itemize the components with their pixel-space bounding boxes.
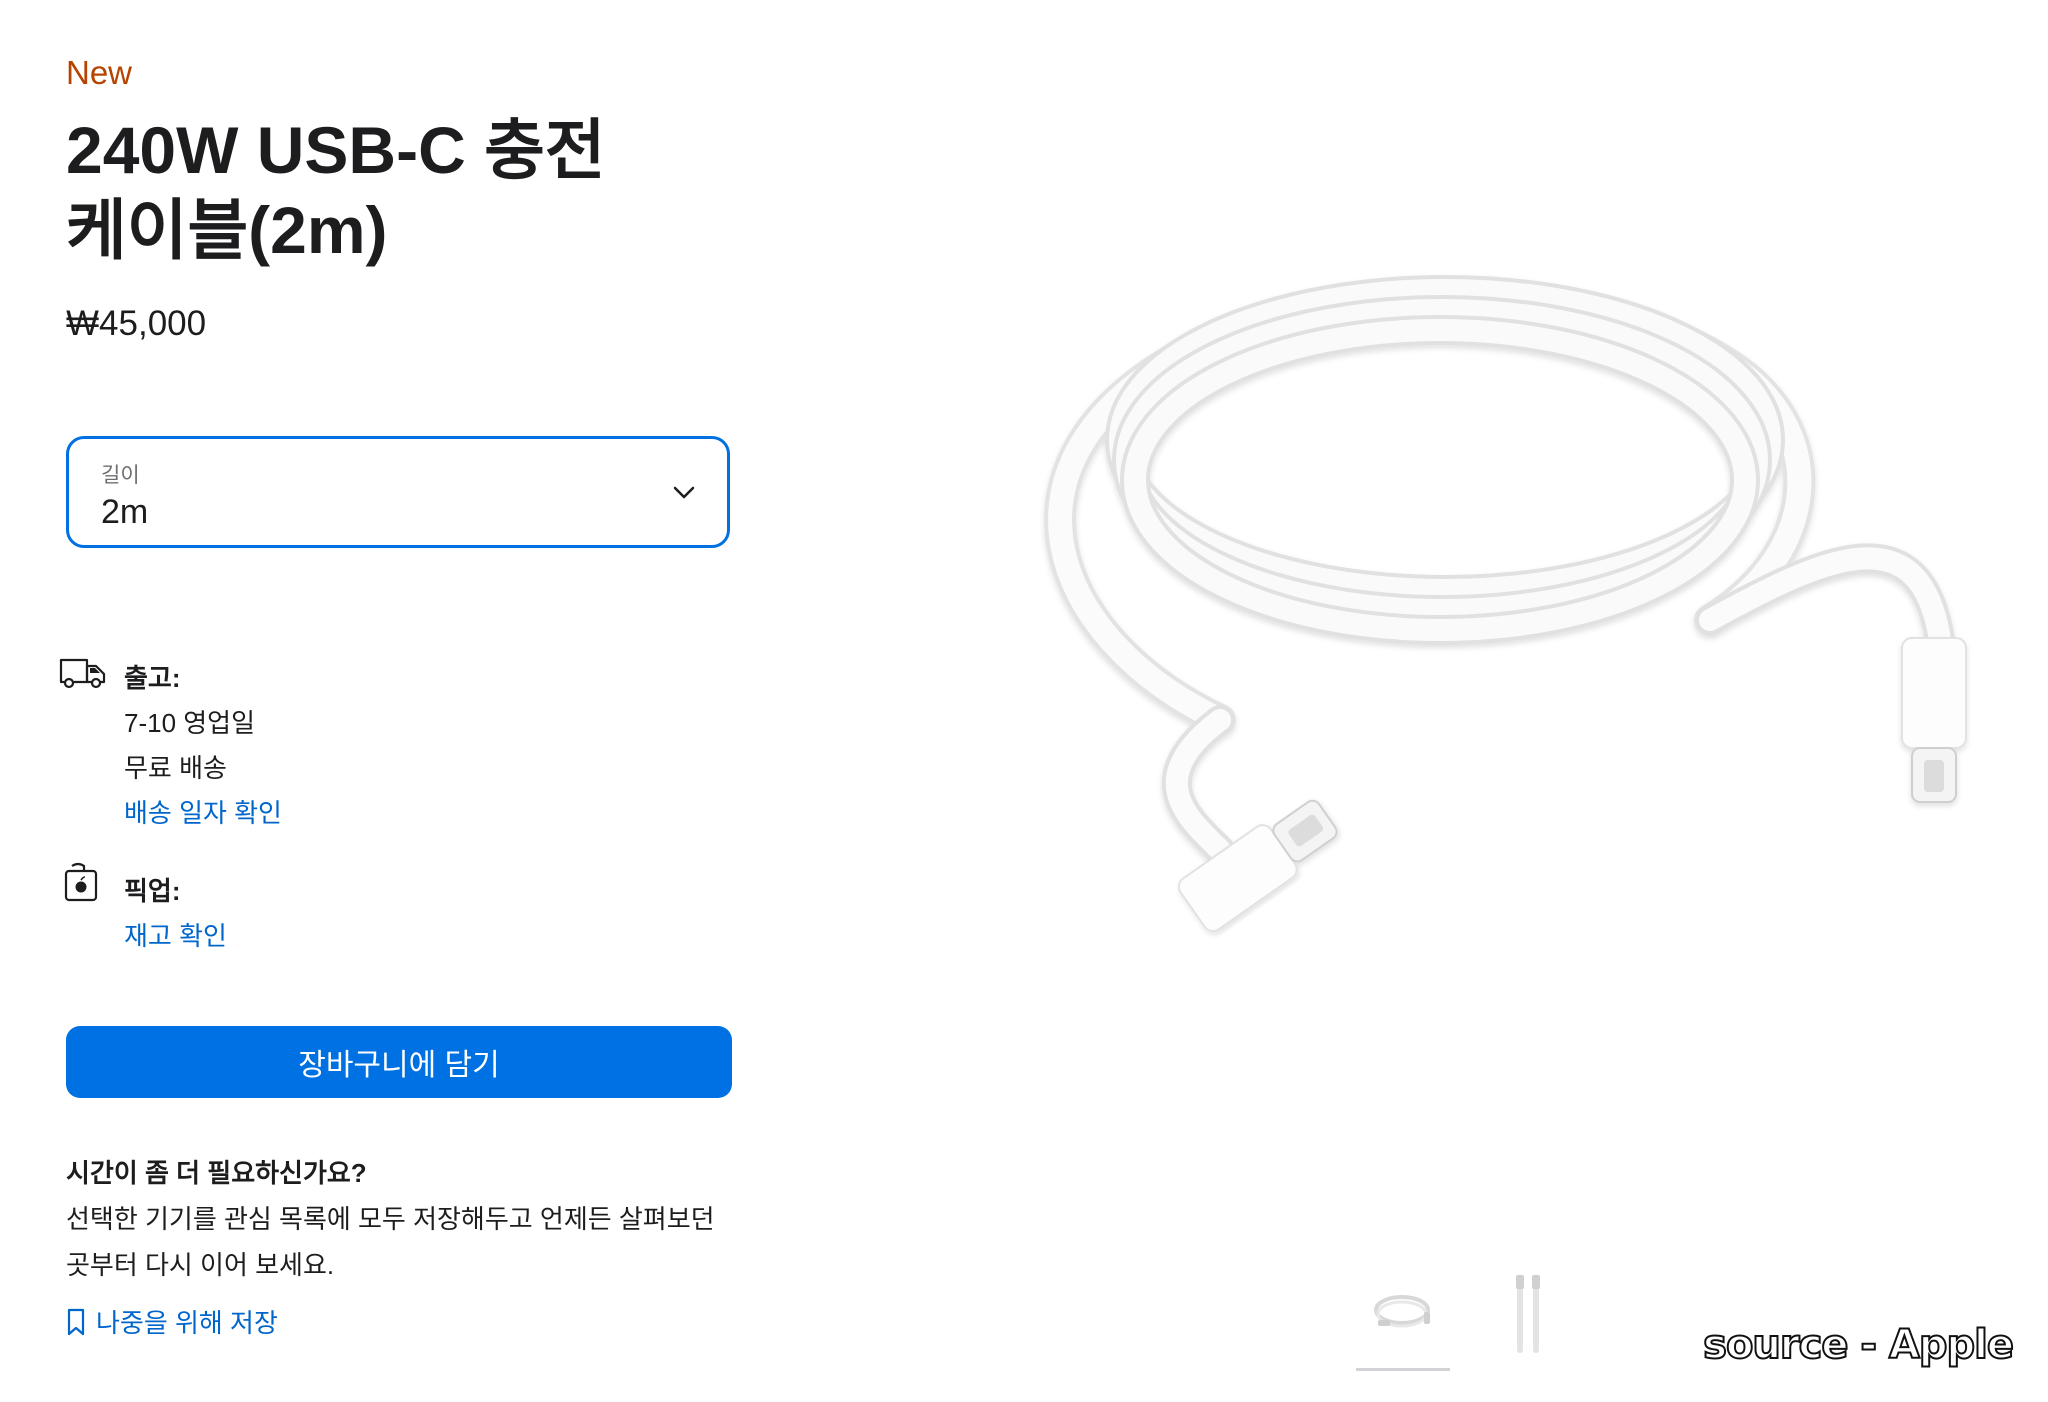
shipping-cost: 무료 배송 <box>124 753 227 783</box>
product-title-line1: 240W USB-C 충전 <box>66 113 606 187</box>
thumbnail-coiled-cable[interactable] <box>1356 1270 1450 1358</box>
bookmark-icon <box>67 1308 85 1335</box>
check-stock-link[interactable]: 재고 확인 <box>124 916 227 953</box>
new-badge: New <box>66 54 133 91</box>
save-later-desc-line2: 곳부터 다시 이어 보세요. <box>66 1250 335 1280</box>
check-delivery-date-link[interactable]: 배송 일자 확인 <box>124 793 282 830</box>
thumbnail-straight-cable[interactable] <box>1482 1270 1576 1358</box>
save-later-heading: 시간이 좀 더 필요하신가요? <box>66 1158 367 1188</box>
length-select-value: 2m <box>101 493 149 531</box>
add-to-bag-button[interactable]: 장바구니에 담기 <box>66 1026 732 1098</box>
length-select[interactable]: 길이 2m <box>66 436 730 548</box>
shipping-title: 출고: <box>124 663 181 693</box>
save-for-later-label: 나중을 위해 저장 <box>96 1308 278 1338</box>
product-price: ₩45,000 <box>66 304 207 343</box>
pickup-title: 픽업: <box>124 876 181 906</box>
length-select-label: 길이 <box>101 464 140 487</box>
product-image-cable <box>1044 275 1967 933</box>
shipping-time: 7-10 영업일 <box>124 708 256 738</box>
product-title: 240W USB-C 충전 케이블(2m) <box>66 110 706 270</box>
product-title-line2: 케이블(2m) <box>66 193 388 267</box>
store-bag-icon <box>64 862 98 902</box>
save-later-desc-line1: 선택한 기기를 관심 목록에 모두 저장해두고 언제든 살펴보던 <box>66 1204 715 1234</box>
save-for-later-link[interactable]: 나중을 위해 저장 <box>66 1303 278 1340</box>
save-later-description: 선택한 기기를 관심 목록에 모두 저장해두고 언제든 살펴보던 곳부터 다시 … <box>66 1196 726 1288</box>
delivery-truck-icon <box>59 658 106 689</box>
thumbnail-selected-indicator <box>1356 1368 1450 1371</box>
source-watermark: source - Apple <box>1702 1321 2015 1369</box>
chevron-down-icon <box>673 486 695 499</box>
